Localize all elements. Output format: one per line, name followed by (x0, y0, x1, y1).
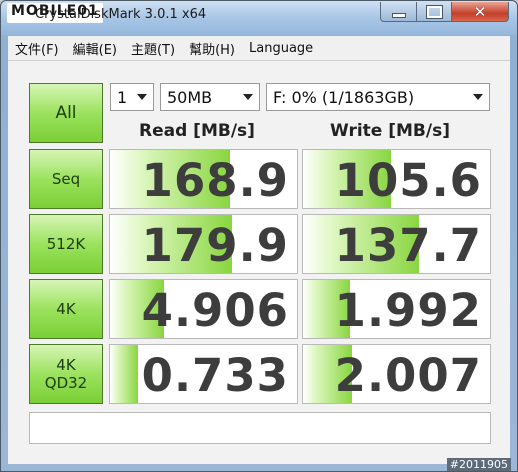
runs-select[interactable]: 1 (110, 83, 154, 111)
runs-value: 1 (117, 87, 128, 107)
window-title: CrystalDiskMark 3.0.1 x64 (35, 7, 207, 22)
menu-language[interactable]: Language (242, 41, 320, 56)
4k-qd32-button[interactable]: 4K QD32 (29, 344, 103, 404)
4k-qd32-write-cell: 2.007 (302, 344, 491, 404)
minimize-button[interactable] (380, 2, 417, 22)
seq-write-value: 105.6 (334, 154, 482, 207)
512k-read-value: 179.9 (141, 219, 289, 272)
menu-file[interactable]: 文件(F) (8, 39, 66, 58)
size-value: 50MB (167, 87, 213, 107)
status-box (29, 412, 491, 444)
menu-edit[interactable]: 編輯(E) (66, 39, 124, 58)
minimize-icon (391, 13, 406, 18)
512k-write-cell: 137.7 (302, 214, 491, 274)
read-header: Read [MB/s] (139, 121, 255, 141)
maximize-button[interactable] (416, 2, 452, 22)
title-bar[interactable]: MOBILE01 CrystalDiskMark 3.0.1 x64 ✕ (1, 1, 517, 35)
seq-button[interactable]: Seq (29, 149, 103, 209)
run-all-button[interactable]: All (29, 83, 103, 143)
512k-write-value: 137.7 (334, 219, 482, 272)
seq-write-cell: 105.6 (302, 149, 491, 209)
4k-read-cell: 4.906 (109, 279, 298, 339)
512k-read-cell: 179.9 (109, 214, 298, 274)
4k-read-value: 4.906 (141, 284, 289, 337)
chevron-down-icon (473, 94, 483, 100)
4k-button[interactable]: 4K (29, 279, 103, 339)
4k-write-cell: 1.992 (302, 279, 491, 339)
chevron-down-icon (243, 94, 253, 100)
4k-write-value: 1.992 (334, 284, 482, 337)
4k-qd32-write-value: 2.007 (334, 349, 482, 402)
write-header: Write [MB/s] (330, 121, 450, 141)
chevron-down-icon (137, 94, 147, 100)
watermark: #2011905 (446, 458, 511, 471)
menu-help[interactable]: 幫助(H) (182, 39, 242, 58)
close-icon: ✕ (473, 2, 487, 21)
drive-select[interactable]: F: 0% (1/1863GB) (266, 83, 490, 111)
512k-button[interactable]: 512K (29, 214, 103, 274)
drive-value: F: 0% (1/1863GB) (273, 87, 415, 107)
close-button[interactable]: ✕ (451, 2, 509, 22)
seq-read-cell: 168.9 (109, 149, 298, 209)
seq-read-value: 168.9 (141, 154, 289, 207)
menu-theme[interactable]: 主題(T) (124, 39, 182, 58)
menu-bar: 文件(F) 編輯(E) 主題(T) 幫助(H) Language (8, 36, 510, 61)
benchmark-panel: All 1 50MB F: 0% (1/1863GB) Read [MB/s] … (8, 61, 510, 464)
4k-qd32-read-value: 0.733 (141, 349, 289, 402)
app-window: MOBILE01 CrystalDiskMark 3.0.1 x64 ✕ 文件(… (0, 0, 518, 472)
4k-qd32-read-cell: 0.733 (109, 344, 298, 404)
maximize-icon (425, 4, 443, 19)
size-select[interactable]: 50MB (160, 83, 260, 111)
4k-qd32-read-bar (110, 345, 139, 403)
